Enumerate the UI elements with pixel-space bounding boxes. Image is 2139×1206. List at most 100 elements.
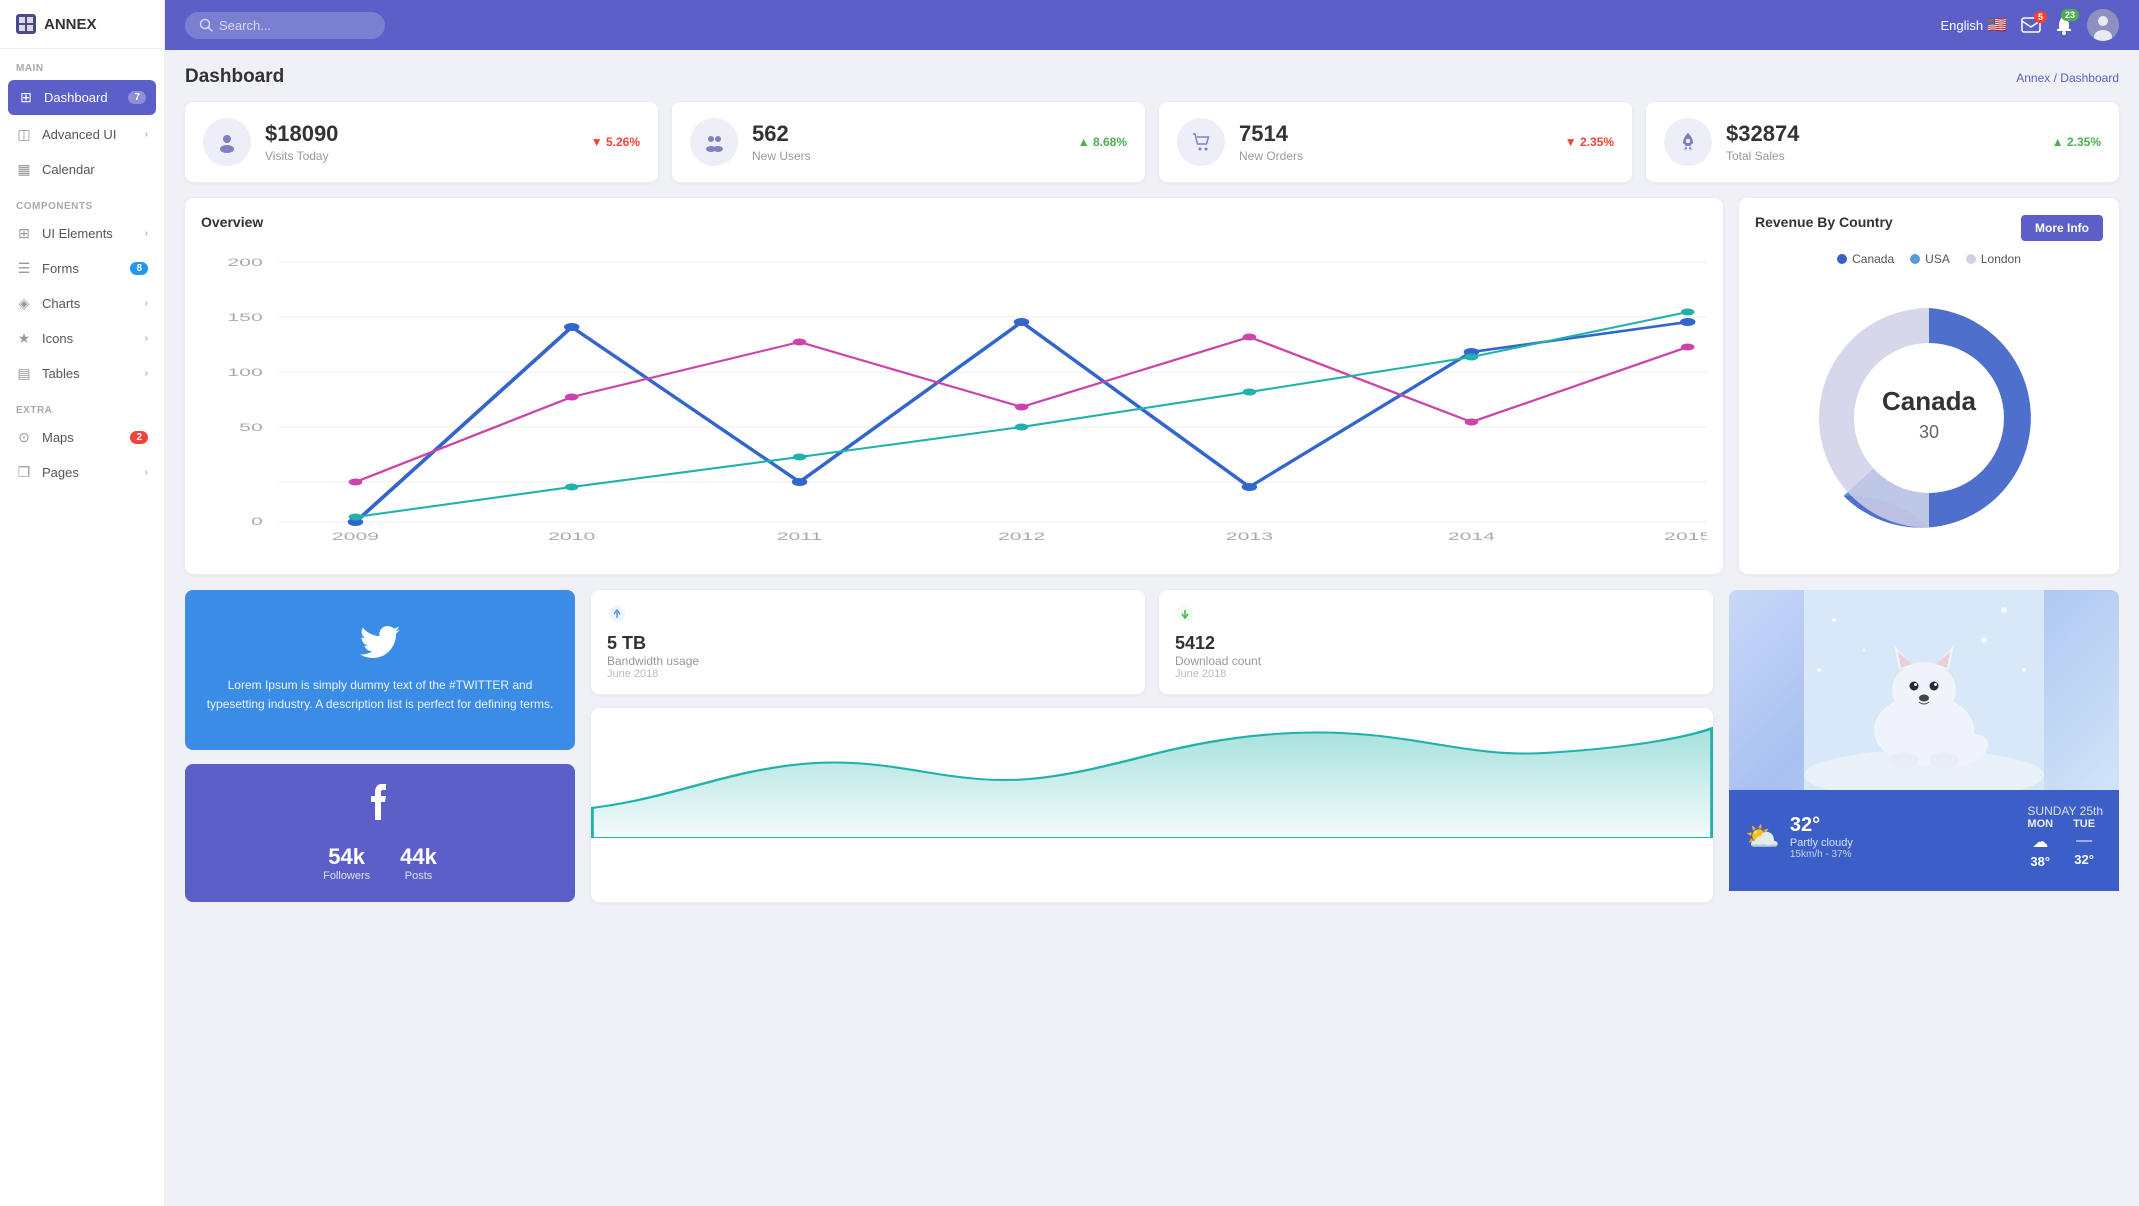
donut-chart: Canada 30 xyxy=(1799,288,2059,548)
chevron-right-icon: › xyxy=(145,228,148,239)
bandwidth-date: June 2018 xyxy=(607,668,1129,680)
stat-card-orders: 7514 New Orders ▼ 2.35% xyxy=(1159,102,1632,182)
svg-text:Canada: Canada xyxy=(1882,386,1976,416)
sidebar-item-label: Calendar xyxy=(42,162,95,177)
sidebar-item-charts[interactable]: ◈ Charts › xyxy=(0,286,164,321)
app-logo[interactable]: ANNEX xyxy=(0,0,164,49)
sidebar-item-label: Maps xyxy=(42,430,74,445)
svg-text:2009: 2009 xyxy=(332,530,379,542)
main-section-label: Main xyxy=(0,49,164,78)
stat-value: $32874 xyxy=(1726,121,2038,147)
facebook-stats: 54k Followers 44k Posts xyxy=(323,844,437,882)
sidebar-item-label: Tables xyxy=(42,366,80,381)
search-input[interactable] xyxy=(219,18,369,33)
email-badge: 5 xyxy=(2034,11,2047,23)
sidebar-item-tables[interactable]: ▤ Tables › xyxy=(0,356,164,391)
layers-icon: ◫ xyxy=(16,126,32,143)
dashboard-badge: 7 xyxy=(128,91,146,104)
logo-icon xyxy=(16,14,36,34)
stat-change: ▲ 2.35% xyxy=(2052,135,2101,149)
components-section-label: Components xyxy=(0,187,164,216)
stat-info: 562 New Users xyxy=(752,121,1064,163)
weather-forecast-tue: TUE — 32° xyxy=(2073,818,2095,869)
bandwidth-card: 5 TB Bandwidth usage June 2018 xyxy=(591,590,1145,694)
page-title: Dashboard xyxy=(185,66,284,88)
sidebar-item-calendar[interactable]: ▦ Calendar xyxy=(0,152,164,187)
stat-icon-wrap xyxy=(203,118,251,166)
sidebar-item-dashboard[interactable]: ⊞ Dashboard 7 xyxy=(8,80,156,115)
svg-text:0: 0 xyxy=(251,515,263,527)
user-icon xyxy=(216,131,238,153)
facebook-card: 54k Followers 44k Posts xyxy=(185,764,575,902)
revenue-header: Revenue By Country More Info xyxy=(1755,214,2103,242)
mini-area-chart xyxy=(591,708,1713,902)
weather-description: Partly cloudy xyxy=(1790,837,2018,849)
tables-icon: ▤ xyxy=(16,365,32,382)
twitter-text: Lorem Ipsum is simply dummy text of the … xyxy=(205,676,555,714)
sidebar-item-forms[interactable]: ☰ Forms 8 xyxy=(0,251,164,286)
more-info-button[interactable]: More Info xyxy=(2021,215,2103,241)
email-button[interactable]: 5 xyxy=(2021,17,2041,33)
stat-info: 7514 New Orders xyxy=(1239,121,1551,163)
stat-icon-wrap xyxy=(690,118,738,166)
sidebar-item-maps[interactable]: ⊙ Maps 2 xyxy=(0,420,164,455)
svg-text:200: 200 xyxy=(227,256,262,268)
cart-icon xyxy=(1190,131,1212,153)
maps-badge: 2 xyxy=(130,431,148,444)
avatar-icon xyxy=(2087,9,2119,41)
chevron-right-icon: › xyxy=(145,368,148,379)
sidebar-item-label: Pages xyxy=(42,465,79,480)
sidebar-item-label: Icons xyxy=(42,331,73,346)
flag-icon: 🇺🇸 xyxy=(1987,15,2007,35)
london-dot xyxy=(1966,254,1976,264)
search-box[interactable] xyxy=(185,12,385,39)
download-date: June 2018 xyxy=(1175,668,1697,680)
animal-image xyxy=(1729,590,2119,790)
svg-text:30: 30 xyxy=(1919,422,1939,442)
svg-text:100: 100 xyxy=(227,366,262,378)
download-card: 5412 Download count June 2018 xyxy=(1159,590,1713,694)
stat-info: $32874 Total Sales xyxy=(1726,121,2038,163)
language-selector[interactable]: English 🇺🇸 xyxy=(1940,15,2007,35)
topbar-right: English 🇺🇸 5 23 xyxy=(1940,9,2119,41)
sidebar-item-ui-elements[interactable]: ⊞ UI Elements › xyxy=(0,216,164,251)
sidebar-item-label: Charts xyxy=(42,296,80,311)
weather-forecast-mon: MON ☁ 38° xyxy=(2027,818,2053,869)
stat-icon-wrap xyxy=(1177,118,1225,166)
main-content: English 🇺🇸 5 23 xyxy=(165,0,2139,1206)
stat-card-users: 562 New Users ▲ 8.68% xyxy=(672,102,1145,182)
sidebar: ANNEX Main ⊞ Dashboard 7 ◫ Advanced UI ›… xyxy=(0,0,165,1206)
svg-text:2010: 2010 xyxy=(548,530,595,542)
stats-row: $18090 Visits Today ▼ 5.26% 562 New U xyxy=(185,102,2119,182)
bottom-row: Lorem Ipsum is simply dummy text of the … xyxy=(185,590,2119,902)
legend-item-london: London xyxy=(1966,252,2021,266)
chevron-right-icon: › xyxy=(145,467,148,478)
stat-card-visits: $18090 Visits Today ▼ 5.26% xyxy=(185,102,658,182)
weather-wind: 15km/h - 37% xyxy=(1790,849,2018,860)
svg-text:2014: 2014 xyxy=(1448,530,1495,542)
download-value: 5412 xyxy=(1175,633,1697,654)
weather-info: 32° Partly cloudy 15km/h - 37% xyxy=(1790,814,2018,860)
image-weather-card: ⛅ 32° Partly cloudy 15km/h - 37% SUNDAY … xyxy=(1729,590,2119,902)
sidebar-item-label: Forms xyxy=(42,261,79,276)
forms-badge: 8 xyxy=(130,262,148,275)
breadcrumb: Annex / Dashboard xyxy=(2016,71,2119,85)
stat-card-sales: $32874 Total Sales ▲ 2.35% xyxy=(1646,102,2119,182)
sidebar-item-pages[interactable]: ❐ Pages › xyxy=(0,455,164,490)
sidebar-item-advanced-ui[interactable]: ◫ Advanced UI › xyxy=(0,117,164,152)
stat-value: 7514 xyxy=(1239,121,1551,147)
social-column: Lorem Ipsum is simply dummy text of the … xyxy=(185,590,575,902)
svg-text:50: 50 xyxy=(239,421,263,433)
weather-forecast: MON ☁ 38° TUE — 32° xyxy=(2027,818,2103,869)
sidebar-item-icons[interactable]: ★ Icons › xyxy=(0,321,164,356)
rocket-icon xyxy=(1677,131,1699,153)
user-avatar[interactable] xyxy=(2087,9,2119,41)
notification-button[interactable]: 23 xyxy=(2055,15,2073,35)
page-content: Dashboard Annex / Dashboard $18090 Visit… xyxy=(165,50,2139,1206)
main-grid: Overview 200 150 100 50 0 2009 xyxy=(185,198,2119,574)
legend-item-canada: Canada xyxy=(1837,252,1894,266)
revenue-card: Revenue By Country More Info Canada USA … xyxy=(1739,198,2119,574)
stat-value: $18090 xyxy=(265,121,577,147)
stat-label: New Users xyxy=(752,149,1064,163)
twitter-icon xyxy=(360,626,400,666)
